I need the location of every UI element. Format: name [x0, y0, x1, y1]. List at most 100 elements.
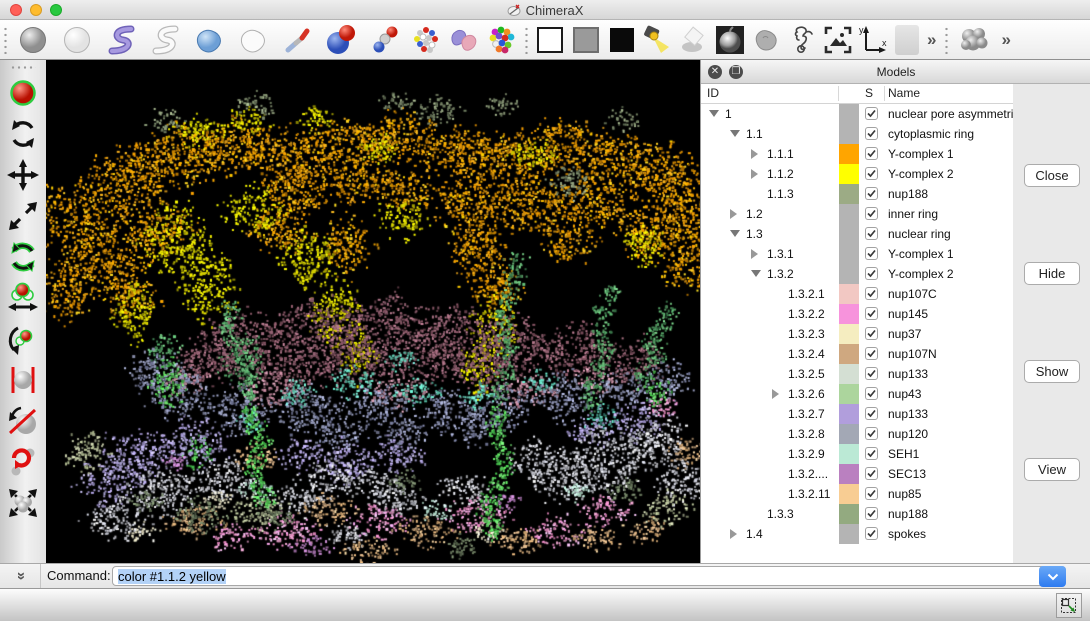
- ball-and-stick-icon[interactable]: [363, 21, 407, 59]
- model-color-swatch[interactable]: [839, 484, 859, 504]
- zoom-icon[interactable]: [4, 197, 42, 235]
- model-shown-checkbox[interactable]: [865, 447, 878, 460]
- model-row-1.3.2.11[interactable]: 1.3.2.11nup85: [701, 484, 1013, 504]
- rainbow-spheres-icon[interactable]: [483, 21, 521, 59]
- snapshot-icon[interactable]: [820, 21, 856, 59]
- model-color-swatch[interactable]: [839, 104, 859, 124]
- spacefill-style-icon[interactable]: [319, 21, 363, 59]
- white-background-icon[interactable]: [532, 21, 568, 59]
- model-color-swatch[interactable]: [839, 444, 859, 464]
- element-colors-atoms-icon[interactable]: [407, 21, 445, 59]
- disclosure-right-icon[interactable]: [730, 529, 737, 539]
- model-color-swatch[interactable]: [839, 344, 859, 364]
- model-color-swatch[interactable]: [839, 144, 859, 164]
- model-shown-checkbox[interactable]: [865, 347, 878, 360]
- simple-lighting-icon[interactable]: [640, 21, 676, 59]
- model-shown-checkbox[interactable]: [865, 267, 878, 280]
- model-row-1.3.1[interactable]: 1.3.1Y-complex 1: [701, 244, 1013, 264]
- toolbar-drag-handle[interactable]: [943, 26, 950, 54]
- disclosure-down-icon[interactable]: [709, 110, 719, 117]
- disclosure-right-icon[interactable]: [730, 209, 737, 219]
- model-row-1.1.1[interactable]: 1.1.1Y-complex 1: [701, 144, 1013, 164]
- disclosure-right-icon[interactable]: [751, 149, 758, 159]
- model-color-swatch[interactable]: [839, 264, 859, 284]
- model-color-swatch[interactable]: [839, 424, 859, 444]
- hide-button[interactable]: Hide: [1024, 262, 1080, 285]
- toolbar-overflow-chevron[interactable]: »: [922, 30, 941, 50]
- silhouettes-seahorse-icon[interactable]: [784, 21, 820, 59]
- model-shown-checkbox[interactable]: [865, 307, 878, 320]
- collapse-command-icon[interactable]: »: [12, 567, 30, 585]
- disclosure-right-icon[interactable]: [751, 169, 758, 179]
- blank-toolbar-button[interactable]: [895, 25, 919, 55]
- models-panel-titlebar[interactable]: ✕ ❐ Models: [701, 60, 1090, 84]
- model-color-swatch[interactable]: [839, 524, 859, 544]
- model-color-swatch[interactable]: [839, 304, 859, 324]
- toolbar-drag-handle[interactable]: [2, 26, 9, 54]
- model-shown-checkbox[interactable]: [865, 367, 878, 380]
- rotate-icon[interactable]: [4, 115, 42, 153]
- model-color-swatch[interactable]: [839, 464, 859, 484]
- model-row-1.3.2.9[interactable]: 1.3.2.9SEH1: [701, 444, 1013, 464]
- resize-grip-icon[interactable]: [1056, 593, 1082, 618]
- model-row-1.1.2[interactable]: 1.1.2Y-complex 2: [701, 164, 1013, 184]
- model-shown-checkbox[interactable]: [865, 467, 878, 480]
- disclosure-down-icon[interactable]: [730, 230, 740, 237]
- model-row-1.3.2.5[interactable]: 1.3.2.5nup133: [701, 364, 1013, 384]
- model-shown-checkbox[interactable]: [865, 107, 878, 120]
- model-shown-checkbox[interactable]: [865, 527, 878, 540]
- model-row-1.3.2.2[interactable]: 1.3.2.2nup145: [701, 304, 1013, 324]
- disclosure-down-icon[interactable]: [730, 130, 740, 137]
- clip-rotate-icon[interactable]: [4, 402, 42, 440]
- model-color-swatch[interactable]: [839, 244, 859, 264]
- model-row-1.3.2.4[interactable]: 1.3.2.4nup107N: [701, 344, 1013, 364]
- blue-surface-icon[interactable]: [187, 21, 231, 59]
- model-shown-checkbox[interactable]: [865, 167, 878, 180]
- model-shown-checkbox[interactable]: [865, 387, 878, 400]
- model-row-1.3.2.6[interactable]: 1.3.2.6nup43: [701, 384, 1013, 404]
- command-history-dropdown[interactable]: [1039, 566, 1066, 587]
- white-surface-icon[interactable]: [231, 21, 275, 59]
- full-lighting-icon[interactable]: [712, 21, 748, 59]
- model-color-swatch[interactable]: [839, 284, 859, 304]
- white-ribbon-icon[interactable]: [143, 21, 187, 59]
- model-row-1.4[interactable]: 1.4spokes: [701, 524, 1013, 544]
- model-row-1[interactable]: 1nuclear pore asymmetric unit: [701, 104, 1013, 124]
- model-shown-checkbox[interactable]: [865, 247, 878, 260]
- stick-style-icon[interactable]: [275, 21, 319, 59]
- model-row-1.3.2.7[interactable]: 1.3.2.7nup133: [701, 404, 1013, 424]
- translate-models-icon[interactable]: [4, 279, 42, 317]
- column-name[interactable]: Name: [888, 86, 920, 100]
- density-map-blob-icon[interactable]: [952, 21, 996, 59]
- model-color-swatch[interactable]: [839, 224, 859, 244]
- rotate-molecule-icon[interactable]: [4, 320, 42, 358]
- model-shown-checkbox[interactable]: [865, 287, 878, 300]
- column-shown[interactable]: S: [865, 86, 873, 100]
- flat-lighting-icon[interactable]: [748, 21, 784, 59]
- purple-ribbon-icon[interactable]: [99, 21, 143, 59]
- model-row-1.3[interactable]: 1.3nuclear ring: [701, 224, 1013, 244]
- model-color-swatch[interactable]: [839, 204, 859, 224]
- gray-background-icon[interactable]: [568, 21, 604, 59]
- orient-axes-icon[interactable]: y x: [856, 21, 892, 59]
- model-row-1.2[interactable]: 1.2inner ring: [701, 204, 1013, 224]
- model-row-1.3.2.3[interactable]: 1.3.2.3nup37: [701, 324, 1013, 344]
- toolbar-drag-handle[interactable]: [10, 64, 36, 71]
- view-button[interactable]: View: [1024, 458, 1080, 481]
- model-row-1.3.2....[interactable]: 1.3.2....SEC13: [701, 464, 1013, 484]
- disclosure-right-icon[interactable]: [772, 389, 779, 399]
- model-shown-checkbox[interactable]: [865, 507, 878, 520]
- model-row-1.3.2.1[interactable]: 1.3.2.1nup107C: [701, 284, 1013, 304]
- soft-lighting-icon[interactable]: [676, 21, 712, 59]
- disclosure-down-icon[interactable]: [751, 270, 761, 277]
- show-button[interactable]: Show: [1024, 360, 1080, 383]
- model-shown-checkbox[interactable]: [865, 147, 878, 160]
- model-shown-checkbox[interactable]: [865, 327, 878, 340]
- model-color-swatch[interactable]: [839, 404, 859, 424]
- models-column-header[interactable]: ID S Name: [701, 84, 1013, 104]
- toolbar-drag-handle[interactable]: [523, 26, 530, 54]
- command-input[interactable]: color #1.1.2 yellow: [112, 566, 1066, 586]
- gray-sphere-icon[interactable]: [11, 21, 55, 59]
- command-input-value[interactable]: color #1.1.2 yellow: [118, 569, 226, 584]
- model-shown-checkbox[interactable]: [865, 427, 878, 440]
